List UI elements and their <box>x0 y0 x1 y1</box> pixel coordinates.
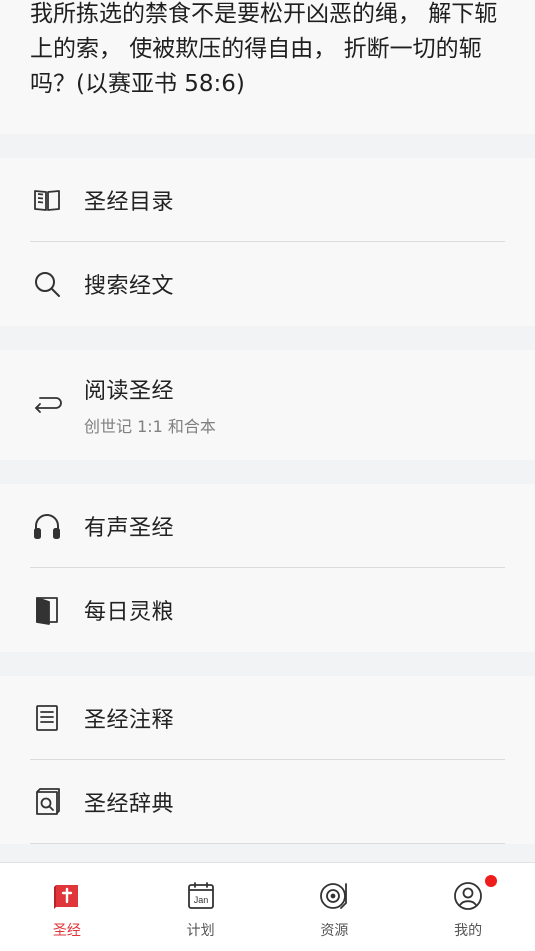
calendar-icon-text: Jan <box>193 895 208 905</box>
divider <box>30 843 505 844</box>
menu-item-search-verses[interactable]: 搜索经文 <box>0 242 535 326</box>
bottom-tab-bar: 圣经 Jan 计划 资源 我的 <box>0 862 535 951</box>
menu-item-dictionary[interactable]: 圣经辞典 <box>0 760 535 844</box>
notification-badge <box>485 875 498 887</box>
section-gap <box>0 652 535 676</box>
tab-mine[interactable]: 我的 <box>401 863 535 951</box>
menu-item-label: 每日灵粮 <box>84 600 175 625</box>
tab-label: 资源 <box>320 923 349 939</box>
main-scroll[interactable]: 我所拣选的禁食不是要松开凶恶的绳， 解下轭上的索， 使被欺压的得自由， 折断一切… <box>0 0 535 862</box>
section-gap <box>0 460 535 484</box>
profile-icon <box>454 882 483 910</box>
verse-text: 我所拣选的禁食不是要松开凶恶的绳， 解下轭上的索， 使被欺压的得自由， 折断一切… <box>30 1 498 97</box>
menu-item-daily-bread[interactable]: 每日灵粮 <box>0 568 535 652</box>
tab-bible[interactable]: 圣经 <box>0 863 134 951</box>
section-gap <box>0 326 535 350</box>
dictionary-search-icon <box>30 785 64 819</box>
menu-group-study: 圣经注释 圣经辞典 <box>0 676 535 844</box>
menu-item-label: 圣经注释 <box>84 708 175 733</box>
bible-icon <box>53 885 78 909</box>
menu-item-audio-bible[interactable]: 有声圣经 <box>0 484 535 568</box>
headphones-icon <box>30 509 64 543</box>
last-read-position: 创世记 1:1 和合本 <box>84 417 216 436</box>
menu-item-bible-catalog[interactable]: 圣经目录 <box>0 158 535 242</box>
section-gap <box>0 134 535 158</box>
record-player-icon <box>320 883 348 909</box>
menu-group-reading: 阅读圣经 创世记 1:1 和合本 <box>0 350 535 460</box>
daily-verse-card[interactable]: 我所拣选的禁食不是要松开凶恶的绳， 解下轭上的索， 使被欺压的得自由， 折断一切… <box>0 0 535 134</box>
menu-item-label: 圣经目录 <box>84 190 175 215</box>
tab-label: 我的 <box>454 923 483 939</box>
tab-label: 计划 <box>186 923 215 939</box>
tab-label: 圣经 <box>52 923 81 939</box>
tab-resources[interactable]: 资源 <box>268 863 402 951</box>
menu-item-label: 圣经辞典 <box>84 792 175 817</box>
menu-item-label: 有声圣经 <box>84 516 175 541</box>
return-arrow-icon <box>30 388 64 422</box>
menu-item-read-bible[interactable]: 阅读圣经 创世记 1:1 和合本 <box>0 350 535 460</box>
menu-item-commentary[interactable]: 圣经注释 <box>0 676 535 760</box>
menu-group-bible: 圣经目录 搜索经文 <box>0 158 535 326</box>
menu-group-audio: 有声圣经 每日灵粮 <box>0 484 535 652</box>
calendar-icon: Jan <box>187 882 214 909</box>
search-icon <box>30 267 64 301</box>
door-icon <box>30 593 64 627</box>
menu-item-label: 阅读圣经 <box>84 379 175 404</box>
book-open-icon <box>30 183 64 217</box>
notes-document-icon <box>30 701 64 735</box>
tab-plan[interactable]: Jan 计划 <box>134 863 268 951</box>
menu-item-label: 搜索经文 <box>84 274 175 299</box>
